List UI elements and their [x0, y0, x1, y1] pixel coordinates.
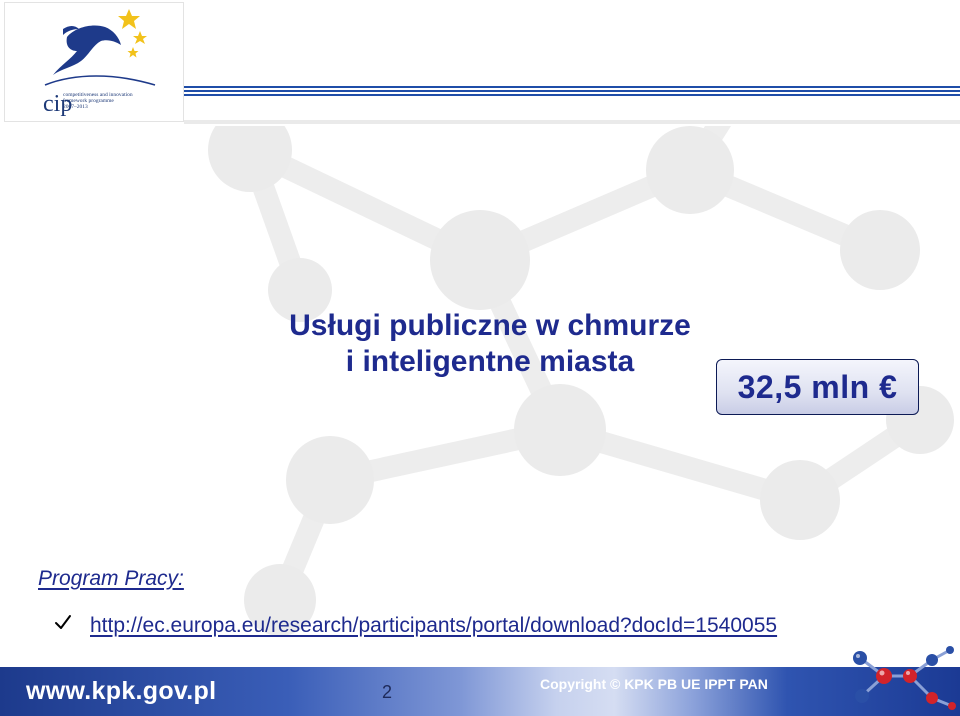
header-shadow [184, 120, 960, 124]
cip-logo: cip competitiveness and innovation frame… [4, 2, 184, 122]
footer-website[interactable]: www.kpk.gov.pl [26, 677, 216, 706]
check-icon [55, 615, 71, 629]
stars-icon [118, 9, 147, 58]
header-rule [184, 86, 960, 96]
program-label: Program Pracy: [38, 567, 184, 590]
logo-tagline-3: 2007–2013 [63, 104, 88, 110]
slide-footer: www.kpk.gov.pl 2 Copyright © KPK PB UE I… [0, 667, 960, 716]
title-line-1: Usługi publiczne w chmurze [289, 309, 691, 342]
program-link[interactable]: http://ec.europa.eu/research/participant… [90, 614, 777, 638]
page-number: 2 [382, 682, 393, 702]
copyright-text: Copyright © KPK PB UE IPPT PAN [540, 676, 768, 692]
molecule-logo-icon [853, 646, 956, 710]
cip-logo-icon: cip [43, 9, 156, 117]
budget-amount-badge: 32,5 mln € [716, 359, 919, 415]
slide-header: cip competitiveness and innovation frame… [0, 0, 960, 126]
title-line-2: i inteligentne miasta [345, 345, 635, 378]
slide-title: Usługi publiczne w chmurze i inteligentn… [200, 308, 780, 380]
